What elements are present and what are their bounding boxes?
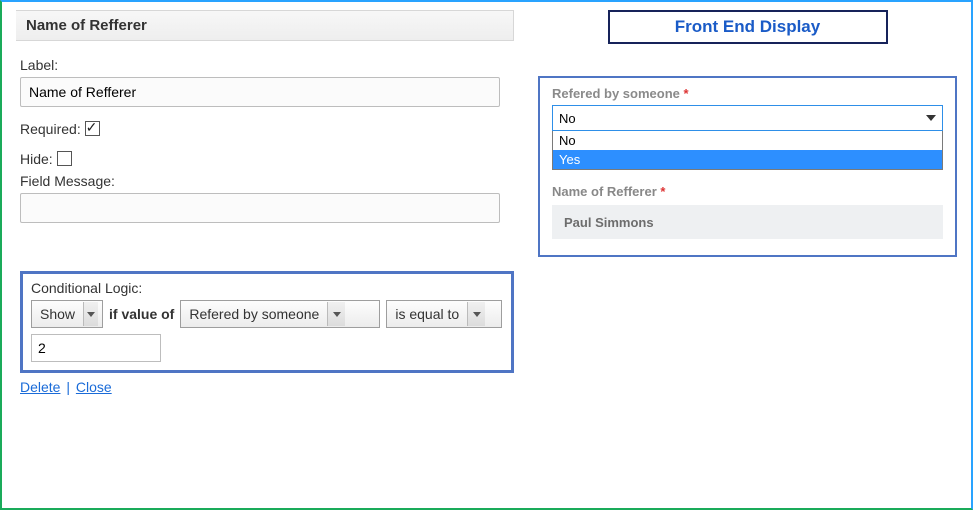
cond-value-input[interactable] (31, 334, 161, 362)
cond-operator-select[interactable]: is equal to (386, 300, 502, 328)
link-row: Delete | Close (20, 379, 514, 395)
preview-referred-label-text: Refered by someone (552, 86, 680, 101)
cond-field-select[interactable]: Refered by someone (180, 300, 380, 328)
hide-row: Hide: (20, 151, 514, 167)
preview-referred-value: No (559, 111, 576, 126)
required-row: Required: (20, 121, 514, 137)
conditional-logic-title: Conditional Logic: (31, 280, 503, 296)
preview-name-label-text: Name of Refferer (552, 184, 657, 199)
link-separator: | (66, 379, 70, 395)
required-asterisk: * (660, 184, 665, 199)
cond-action-select[interactable]: Show (31, 300, 103, 328)
label-caption: Label: (20, 57, 514, 73)
cond-mid-text: if value of (109, 306, 174, 322)
preview-option-yes[interactable]: Yes (553, 150, 942, 169)
delete-link[interactable]: Delete (20, 379, 60, 395)
required-checkbox[interactable] (85, 121, 100, 136)
preview-box: Refered by someone * No No Yes Name of R… (538, 76, 957, 257)
front-end-display-banner: Front End Display (608, 10, 888, 44)
conditional-logic-box: Conditional Logic: Show if value of Refe… (20, 271, 514, 373)
label-input[interactable] (20, 77, 500, 107)
app-frame: Name of Refferer Label: Required: Hide: … (0, 0, 973, 510)
required-asterisk: * (684, 86, 689, 101)
preview-referred-options: No Yes (552, 131, 943, 170)
cond-operator-value: is equal to (391, 306, 463, 322)
cond-action-value: Show (36, 306, 79, 322)
form-body: Label: Required: Hide: Field Message: Co… (16, 41, 514, 395)
hide-checkbox[interactable] (57, 151, 72, 166)
chevron-down-icon (467, 302, 485, 326)
preview-referred-select[interactable]: No (552, 105, 943, 131)
field-message-input[interactable] (20, 193, 500, 223)
two-column-layout: Name of Refferer Label: Required: Hide: … (16, 10, 957, 500)
preview-name-value: Paul Simmons (552, 205, 943, 239)
chevron-down-icon (926, 115, 936, 121)
required-caption: Required: (20, 121, 81, 137)
field-editor-panel: Name of Refferer Label: Required: Hide: … (16, 10, 514, 500)
chevron-down-icon (327, 302, 345, 326)
preview-panel: Front End Display Refered by someone * N… (538, 10, 957, 500)
cond-field-value: Refered by someone (185, 306, 323, 322)
conditional-row: Show if value of Refered by someone is e… (31, 300, 503, 328)
preview-option-no[interactable]: No (553, 131, 942, 150)
field-message-caption: Field Message: (20, 173, 514, 189)
chevron-down-icon (83, 302, 98, 326)
hide-caption: Hide: (20, 151, 53, 167)
close-link[interactable]: Close (76, 379, 112, 395)
preview-referred-label: Refered by someone * (552, 86, 943, 101)
panel-title: Name of Refferer (16, 10, 514, 41)
preview-name-label: Name of Refferer * (552, 184, 943, 199)
